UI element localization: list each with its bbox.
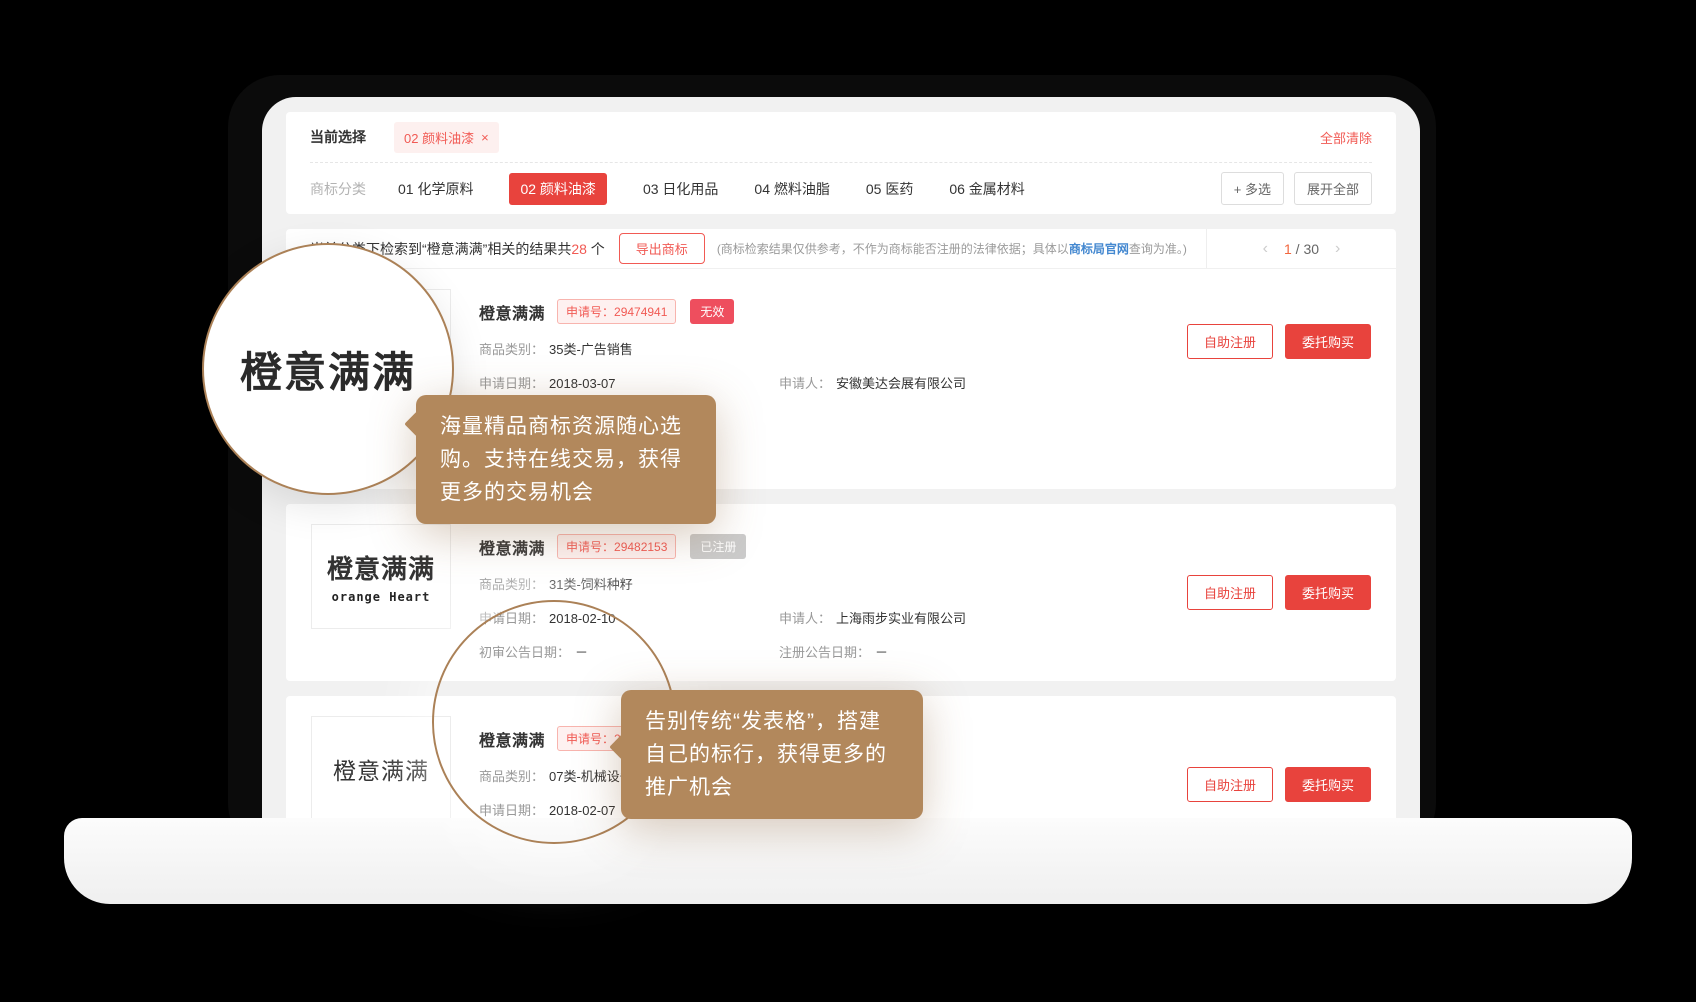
filter-panel: 当前选择 02 颜料油漆 × 全部清除 商标分类 01 化学原料02 颜料油漆0… [286, 112, 1396, 214]
status-badge: 已注册 [690, 534, 746, 559]
tooltip-marketplace: 海量精品商标资源随心选购。支持在线交易，获得更多的交易机会 [416, 395, 716, 524]
field-label: 申请人： [779, 376, 831, 391]
tooltip-line: 自己的标行，获得更多的 [645, 738, 899, 771]
field-line: 商品类别： 35类-广告销售 [479, 339, 1187, 358]
current-selection-row: 当前选择 02 颜料油漆 × 全部清除 [310, 112, 1372, 163]
category-chip[interactable]: 04 燃料油脂 [754, 179, 829, 199]
category-chip-list: 01 化学原料 02 颜料油漆 03 日化用品 04 燃料油脂 05 医药 06 金属材料 [398, 173, 1025, 205]
tooltip-line: 推广机会 [645, 771, 899, 804]
self-register-button[interactable]: 自助注册 [1187, 575, 1273, 610]
clear-all-button[interactable]: 全部清除 [1320, 128, 1372, 147]
selected-filter-tag-label: 02 颜料油漆 [404, 128, 474, 147]
selected-filter-tag[interactable]: 02 颜料油漆 × [394, 122, 499, 153]
expand-all-button[interactable]: 展开全部 [1294, 172, 1372, 205]
results-summary-suffix: 个 [587, 241, 605, 257]
trademark-details: 橙意满满申请号：29474941 无效商品类别： 35类-广告销售申请日期： 2018… [479, 289, 1187, 394]
entrust-buy-button[interactable]: 委托购买 [1285, 324, 1371, 359]
trademark-image: 橙意满满 orange Heart [311, 524, 451, 629]
field-line: 商品类别： 31类-饲料种籽 [479, 574, 1187, 593]
disclaimer-suffix: 查询为准。) [1129, 242, 1187, 256]
field-value: － [875, 645, 888, 660]
field: 申请人： 安徽美达会展有限公司 [779, 373, 966, 392]
category-label: 商标分类 [310, 179, 366, 199]
row-actions: 自助注册委托购买 [1187, 575, 1371, 610]
entrust-buy-button[interactable]: 委托购买 [1285, 575, 1371, 610]
tooltip-promotion: 告别传统“发表格”，搭建自己的标行，获得更多的推广机会 [621, 690, 923, 819]
tooltip-line: 购。支持在线交易，获得 [440, 443, 692, 476]
field: 注册公告日期： － [779, 642, 888, 661]
page-indicator: 1 / 30 [1284, 241, 1319, 257]
trademark-image-text: 橙意满满 [327, 549, 435, 586]
trademark-title-line: 橙意满满申请号：29482153 已注册 [479, 534, 1187, 559]
field-value: 安徽美达会展有限公司 [836, 376, 966, 391]
row-actions: 自助注册委托购买 [1187, 767, 1371, 802]
trademark-image: 橙意满满 [311, 716, 451, 821]
self-register-button[interactable]: 自助注册 [1187, 767, 1273, 802]
status-badge: 无效 [690, 299, 734, 324]
disclaimer-prefix: (商标检索结果仅供参考，不作为商标能否注册的法律依据；具体以 [717, 242, 1069, 256]
trademark-name: 橙意满满 [479, 300, 545, 324]
field-label: 申请人： [779, 611, 831, 626]
field-value: 2018-03-07 [549, 376, 616, 391]
page-prev-icon[interactable]: ‹ [1263, 240, 1268, 258]
self-register-button[interactable]: 自助注册 [1187, 324, 1273, 359]
entrust-buy-button[interactable]: 委托购买 [1285, 767, 1371, 802]
export-trademark-button[interactable]: 导出商标 [619, 233, 705, 264]
trademark-image-text: 橙意满满 [333, 752, 429, 786]
field-value: 31类-饲料种籽 [549, 577, 633, 592]
trademark-name: 橙意满满 [479, 535, 545, 559]
close-icon[interactable]: × [481, 130, 489, 145]
category-chip[interactable]: 02 颜料油漆 [509, 173, 606, 205]
result-row: 橙意满满橙意满满申请号：29474941 无效商品类别： 35类-广告销售申请日期：… [286, 269, 1396, 414]
application-number-tag: 申请号：29474941 [557, 299, 676, 324]
multi-select-button[interactable]: + 多选 [1221, 172, 1284, 205]
current-selection-label: 当前选择 [310, 127, 366, 147]
field-line: 申请日期： 2018-03-07 申请人： 安徽美达会展有限公司 [479, 373, 1187, 392]
trademark-title-line: 橙意满满申请号：29474941 无效 [479, 299, 1187, 324]
filter-actions: + 多选 展开全部 [1221, 172, 1372, 205]
field-label: 注册公告日期： [779, 645, 870, 660]
disclaimer-text: (商标检索结果仅供参考，不作为商标能否注册的法律依据；具体以商标局官网查询为准。… [717, 240, 1187, 257]
field: 商品类别： 31类-饲料种籽 [479, 574, 633, 593]
trademark-office-link[interactable]: 商标局官网 [1069, 242, 1129, 256]
field-value: 上海雨步实业有限公司 [836, 611, 966, 626]
field-value: 35类-广告销售 [549, 342, 633, 357]
field: 申请人： 上海雨步实业有限公司 [779, 608, 966, 627]
field-label: 商品类别： [479, 577, 544, 592]
category-chip[interactable]: 01 化学原料 [398, 179, 473, 199]
field-label: 申请日期： [479, 376, 544, 391]
tooltip-line: 更多的交易机会 [440, 476, 692, 509]
application-number-tag: 申请号：29482153 [557, 534, 676, 559]
field: 商品类别： 35类-广告销售 [479, 339, 633, 358]
page-next-icon[interactable]: › [1335, 240, 1340, 258]
page-separator: / [1296, 241, 1300, 257]
laptop-base [64, 818, 1632, 904]
trademark-image-subtext: orange Heart [332, 590, 431, 604]
result-row-host: 橙意满满橙意满满申请号：29474941 无效商品类别： 35类-广告销售申请日期：… [286, 269, 1396, 414]
results-count: 28 [571, 241, 587, 257]
category-chip[interactable]: 06 金属材料 [949, 179, 1024, 199]
row-actions: 自助注册委托购买 [1187, 324, 1371, 359]
page-total: 30 [1303, 241, 1319, 257]
tooltip-line: 海量精品商标资源随心选 [440, 410, 692, 443]
results-header: 当前分类下检索到“橙意满满”相关的结果共28 个 导出商标 (商标检索结果仅供参… [286, 229, 1396, 269]
category-chip[interactable]: 03 日化用品 [643, 179, 718, 199]
tooltip-line: 告别传统“发表格”，搭建 [645, 705, 899, 738]
magnified-trademark-text: 橙意满满 [240, 339, 416, 400]
pagination: ‹ 1 / 30 › [1206, 229, 1396, 268]
page-current: 1 [1284, 241, 1292, 257]
category-row: 商标分类 01 化学原料 02 颜料油漆 03 日化用品 04 燃料油脂 05 医药 06… [310, 163, 1372, 214]
field: 申请日期： 2018-03-07 [479, 373, 779, 392]
category-chip[interactable]: 05 医药 [866, 179, 913, 199]
field-label: 商品类别： [479, 342, 544, 357]
